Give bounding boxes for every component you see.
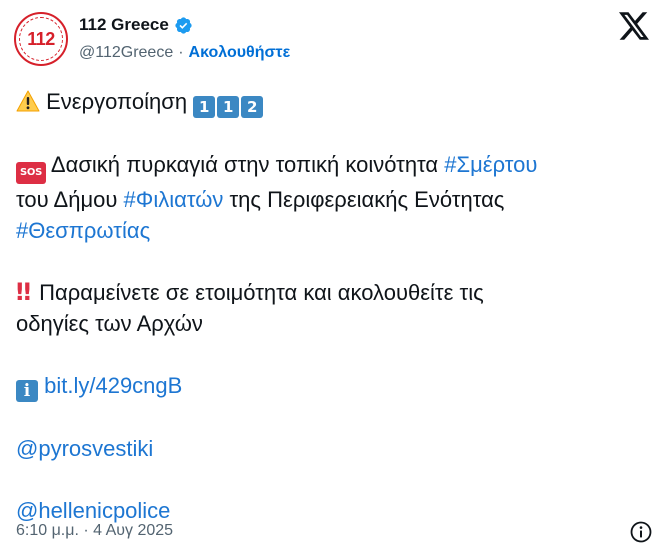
handle-row: @112Greece · Ακολουθήστε — [79, 44, 290, 62]
fire-text-2: του Δήμου — [16, 187, 124, 212]
separator-dot: · — [178, 44, 184, 61]
hashtag-thesprotias[interactable]: #Θεσπρωτίας — [16, 218, 150, 243]
advice-text-2: οδηγίες των Αρχών — [16, 311, 203, 336]
fire-line-3: #Θεσπρωτίας — [16, 215, 646, 246]
double-exclamation-icon: ‼ — [16, 278, 31, 306]
advice-line-2: οδηγίες των Αρχών — [16, 308, 646, 339]
fire-line-2: του Δήμου #Φιλιατών της Περιφερειακής Εν… — [16, 184, 646, 215]
info-icon: i — [16, 380, 38, 402]
mention-hellenicpolice[interactable]: @hellenicpolice — [16, 498, 170, 523]
handle[interactable]: @112Greece — [79, 44, 173, 62]
short-link[interactable]: bit.ly/429cngB — [44, 373, 182, 398]
advice-text: Παραμείνετε σε ετοιμότητα και ακολουθείτ… — [33, 280, 484, 305]
timestamp[interactable]: 6:10 μ.μ. · 4 Αυγ 2025 — [16, 522, 173, 540]
display-name[interactable]: 112 Greece — [79, 15, 169, 35]
sos-icon: SOS — [16, 162, 46, 184]
keycap-icon: 1 — [217, 96, 240, 118]
activation-line: Ενεργοποίηση 112 — [16, 86, 646, 118]
fire-text-3: της Περιφερειακής Ενότητας — [223, 187, 505, 212]
fire-line: SOS Δασική πυρκαγιά στην τοπική κοινότητ… — [16, 149, 646, 184]
x-logo-icon[interactable] — [619, 12, 649, 40]
link-line: i bit.ly/429cngB — [16, 370, 646, 402]
avatar-emblem: 112 — [19, 17, 63, 61]
mention-pyrosvestiki[interactable]: @pyrosvestiki — [16, 436, 153, 461]
warning-icon — [16, 90, 40, 112]
tweet-card: 112 112 Greece @112Greece · Ακολουθήστε … — [0, 0, 663, 551]
hashtag-filiaton[interactable]: #Φιλιατών — [124, 187, 224, 212]
follow-button[interactable]: Ακολουθήστε — [189, 44, 291, 62]
avatar-text: 112 — [27, 28, 55, 49]
verified-badge-icon — [175, 16, 192, 34]
keycap-icon: 1 — [193, 96, 216, 118]
activation-text: Ενεργοποίηση — [46, 89, 188, 114]
advice-line: ‼ Παραμείνετε σε ετοιμότητα και ακολουθε… — [16, 277, 646, 308]
tweet-text: Ενεργοποίηση 112 SOS Δασική πυρκαγιά στη… — [16, 86, 646, 526]
avatar[interactable]: 112 — [14, 12, 68, 66]
info-circle-icon[interactable] — [629, 520, 653, 544]
author-name-row: 112 Greece — [79, 15, 193, 35]
hashtag-smertou[interactable]: #Σμέρτου — [444, 152, 537, 177]
mention-line-1: @pyrosvestiki — [16, 433, 646, 464]
fire-text: Δασική πυρκαγιά στην τοπική κοινότητα — [46, 152, 445, 177]
keycap-icon: 2 — [241, 96, 264, 118]
